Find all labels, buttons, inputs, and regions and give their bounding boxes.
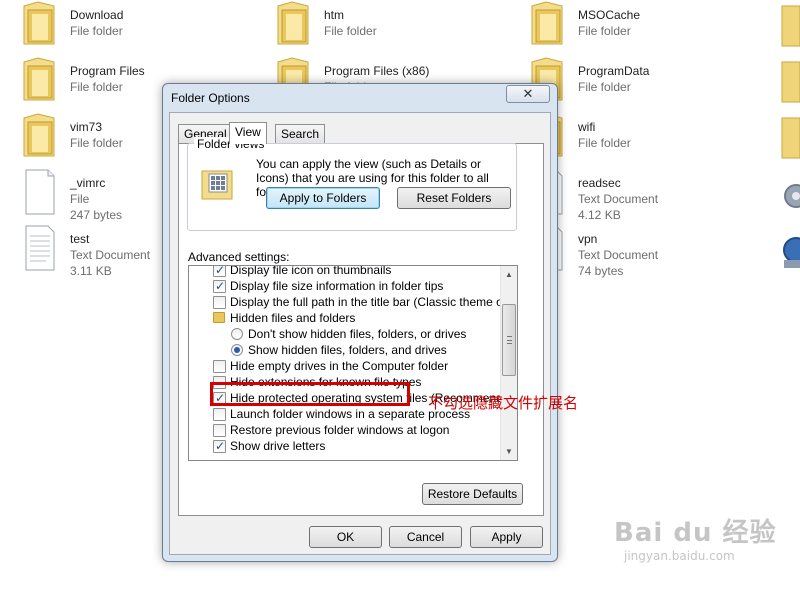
file-name: ProgramData: [578, 64, 650, 78]
cancel-button[interactable]: Cancel: [389, 526, 462, 548]
advanced-setting-row[interactable]: Don't show hidden files, folders, or dri…: [189, 326, 501, 342]
network-icon: [783, 237, 800, 268]
apply-to-folders-button[interactable]: Apply to Folders: [266, 187, 380, 209]
file-type: File: [70, 192, 90, 206]
checkbox[interactable]: [213, 438, 226, 454]
file-name: MSOCache: [578, 8, 641, 22]
file-size: 247 bytes: [70, 208, 123, 222]
file-name: test: [70, 232, 90, 246]
file-name: Program Files (x86): [324, 64, 430, 78]
file-size: 4.12 KB: [578, 208, 621, 222]
watermark: Bai du 经验 jingyan.baidu.com: [614, 512, 777, 563]
scroll-grip-icon: [507, 336, 512, 344]
file-type: File folder: [70, 24, 123, 38]
advanced-settings-label: Advanced settings:: [188, 250, 290, 264]
file-name: vpn: [578, 232, 598, 246]
checkbox[interactable]: [213, 424, 226, 437]
file-item[interactable]: Download File folder: [0, 0, 240, 52]
advanced-setting-row[interactable]: Show drive letters: [189, 438, 501, 454]
folder-icon: [23, 1, 55, 45]
close-button[interactable]: ✕: [506, 85, 550, 103]
advanced-settings-scrollbar[interactable]: ▲ ▼: [500, 266, 517, 460]
folder-icon: [781, 117, 800, 159]
file-type: File folder: [578, 136, 631, 150]
ok-button[interactable]: OK: [309, 526, 382, 548]
file-size: 3.11 KB: [70, 264, 112, 278]
restore-defaults-button[interactable]: Restore Defaults: [422, 483, 523, 505]
tab-view[interactable]: View: [229, 122, 267, 144]
checkbox[interactable]: [213, 360, 226, 373]
radio-button[interactable]: [231, 344, 243, 356]
tab-search[interactable]: Search: [275, 124, 326, 143]
file-type: Text Document: [70, 248, 151, 262]
scroll-up-arrow-icon[interactable]: ▲: [501, 266, 517, 283]
folder-icon: [213, 312, 225, 323]
file-name: vim73: [70, 120, 103, 134]
advanced-setting-row[interactable]: Display file size information in folder …: [189, 278, 501, 294]
file-type: File folder: [70, 136, 123, 150]
setting-label: Show drive letters: [230, 439, 326, 453]
advanced-setting-row[interactable]: Hide empty drives in the Computer folder: [189, 358, 501, 374]
checkbox[interactable]: [213, 278, 226, 294]
folder-views-group: Folder views You can apply the view (suc…: [187, 137, 517, 231]
radio-button[interactable]: [231, 328, 243, 340]
file-type: Text Document: [578, 192, 659, 206]
file-name: wifi: [578, 120, 596, 134]
setting-label: Don't show hidden files, folders, or dri…: [248, 327, 467, 341]
advanced-setting-row[interactable]: Display the full path in the title bar (…: [189, 294, 517, 310]
watermark-url: jingyan.baidu.com: [624, 549, 735, 563]
file-type: File folder: [578, 24, 631, 38]
folder-icon: [781, 5, 800, 47]
dialog-title: Folder Options: [171, 91, 250, 105]
annotation-text: 不勾选隐藏文件扩展名: [428, 394, 579, 412]
gear-icon: [784, 184, 800, 208]
setting-label: Display the full path in the title bar (…: [230, 295, 518, 309]
folder-icon: [23, 57, 55, 101]
advanced-setting-row[interactable]: Hidden files and folders: [189, 310, 501, 326]
file-name: htm: [324, 8, 345, 22]
advanced-setting-row[interactable]: Show hidden files, folders, and drives: [189, 342, 501, 358]
file-type: File folder: [578, 80, 631, 94]
close-icon: ✕: [522, 86, 534, 101]
apply-button[interactable]: Apply: [470, 526, 543, 548]
text-document-icon: [25, 225, 55, 271]
folder-icon: [781, 61, 800, 103]
file-type: File folder: [70, 80, 123, 94]
file-name: readsec: [578, 176, 621, 190]
file-name: Program Files: [70, 64, 145, 78]
setting-label: Restore previous folder windows at logon: [230, 423, 450, 437]
checkbox[interactable]: [213, 408, 226, 421]
folder-options-dialog: Folder Options ✕ General View Search Fol…: [162, 83, 558, 562]
file-item[interactable]: htm File folder: [254, 0, 494, 52]
file-size: 74 bytes: [578, 264, 624, 278]
checkbox[interactable]: [213, 266, 226, 278]
setting-label: Display file size information in folder …: [230, 279, 444, 293]
red-highlight-box: [210, 382, 410, 406]
file-type: Text Document: [578, 248, 659, 262]
advanced-setting-row[interactable]: Restore previous folder windows at logon: [189, 422, 501, 438]
setting-label: Show hidden files, folders, and drives: [248, 343, 447, 357]
setting-label: Hide empty drives in the Computer folder: [230, 359, 449, 373]
setting-label: Hidden files and folders: [230, 311, 356, 325]
scroll-thumb[interactable]: [502, 304, 516, 376]
watermark-logo: Bai du 经验: [614, 518, 777, 548]
file-name: Download: [70, 8, 124, 22]
folder-views-icon: [201, 170, 233, 200]
setting-label: Display file icon on thumbnails: [230, 265, 392, 277]
file-icon: [25, 169, 55, 215]
file-name: _vimrc: [70, 176, 106, 190]
scroll-down-arrow-icon[interactable]: ▼: [501, 443, 517, 460]
folder-icon: [531, 1, 563, 45]
file-type: File folder: [324, 24, 377, 38]
advanced-setting-row[interactable]: Display file icon on thumbnails: [189, 265, 501, 278]
checkbox[interactable]: [213, 296, 226, 309]
folder-icon: [277, 1, 309, 45]
reset-folders-button[interactable]: Reset Folders: [397, 187, 511, 209]
folder-icon: [23, 113, 55, 157]
file-item[interactable]: MSOCache File folder: [508, 0, 748, 52]
advanced-settings-list[interactable]: Display file icon on thumbnails Display f…: [188, 265, 518, 461]
